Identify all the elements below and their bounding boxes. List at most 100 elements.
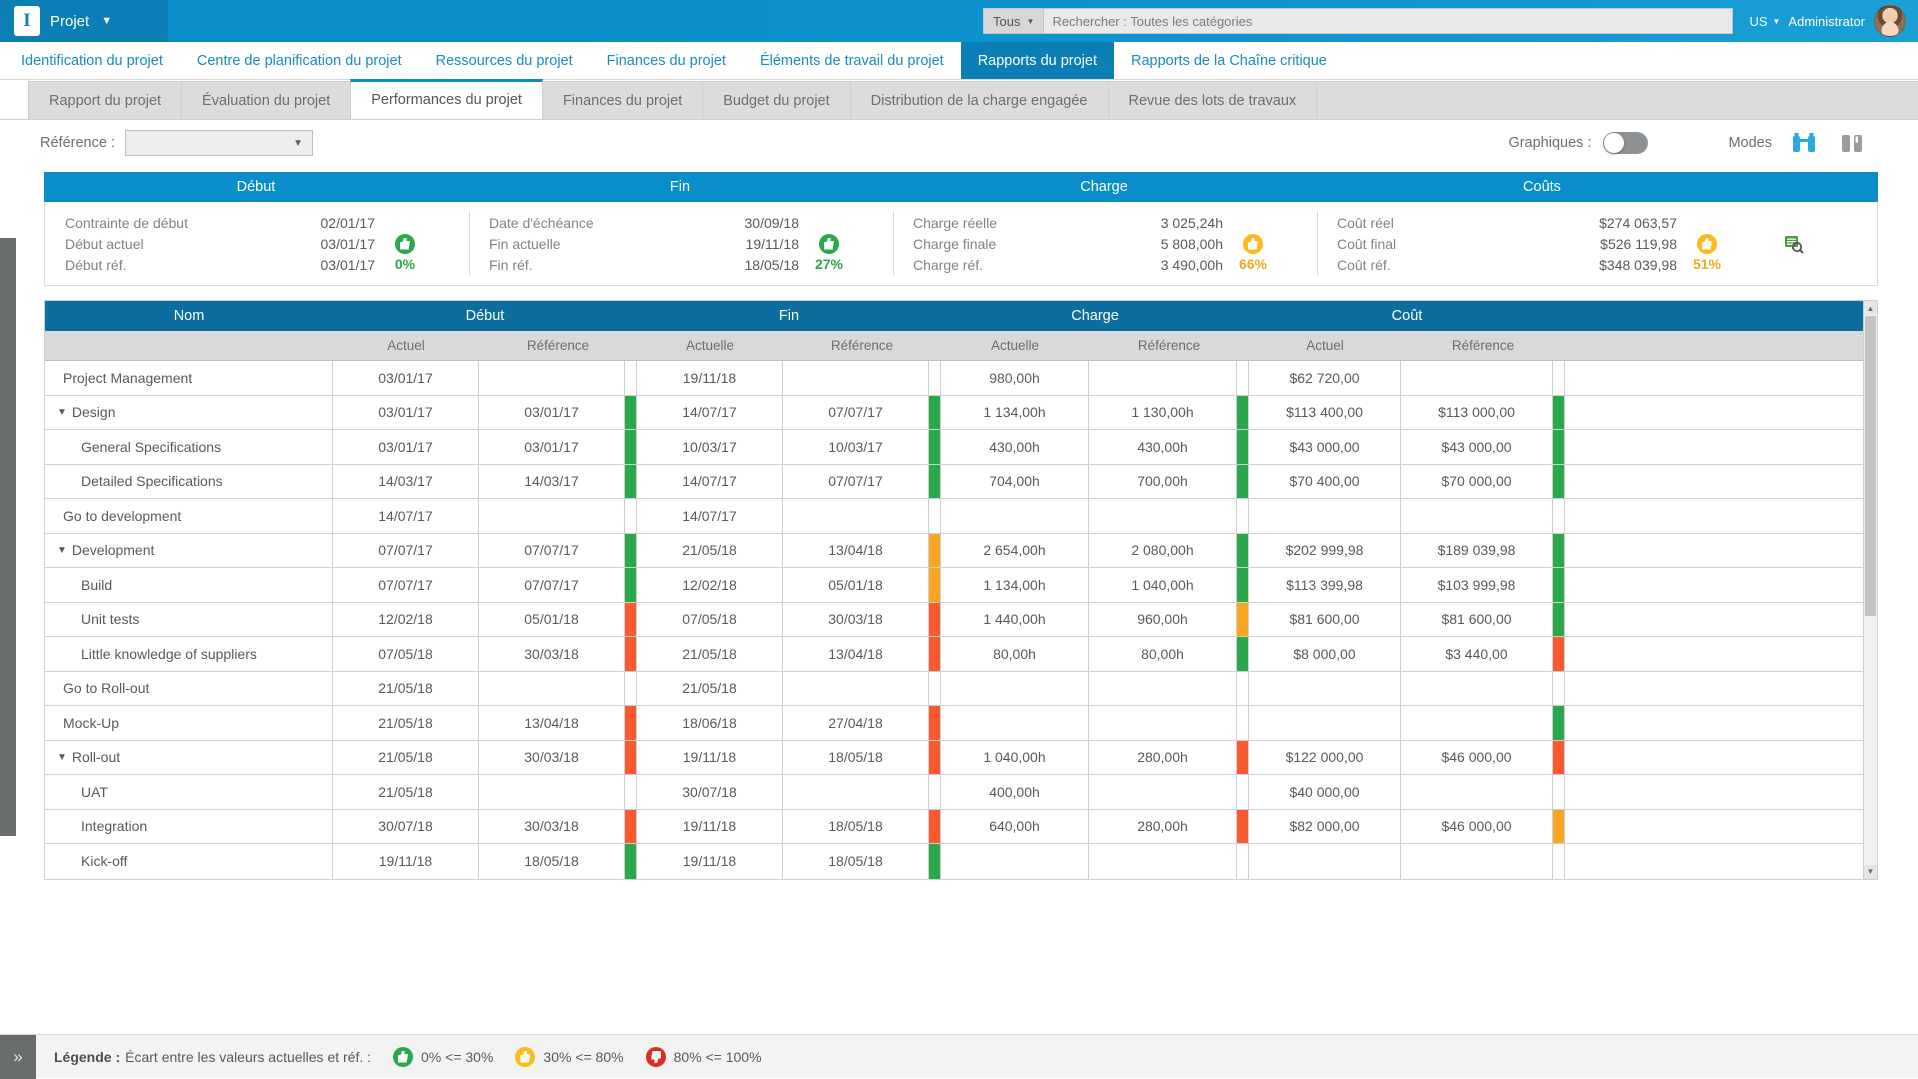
kpi-row-label: Charge finale bbox=[913, 236, 1088, 252]
status-bar-green bbox=[929, 844, 941, 879]
kpi-row-value: 03/01/17 bbox=[240, 257, 375, 273]
search-category-dropdown[interactable]: Tous ▼ bbox=[983, 8, 1043, 34]
sub-tab-3[interactable]: Finances du projet bbox=[542, 81, 703, 119]
reference-select[interactable]: ▼ bbox=[125, 130, 313, 156]
kpi-row: Fin actuelle19/11/18 bbox=[489, 233, 893, 254]
avatar[interactable] bbox=[1874, 5, 1906, 37]
status-bar-red bbox=[625, 810, 637, 844]
cost-actual-cell bbox=[1249, 706, 1401, 740]
table-row[interactable]: Go to development14/07/1714/07/17 bbox=[45, 499, 1877, 534]
legend-indicator-icon bbox=[515, 1047, 535, 1067]
scroll-down-arrow[interactable]: ▼ bbox=[1864, 865, 1877, 879]
sub-tab-0[interactable]: Rapport du projet bbox=[28, 81, 182, 119]
split-columns-mode-icon[interactable] bbox=[1840, 132, 1864, 154]
scroll-up-arrow[interactable]: ▲ bbox=[1864, 301, 1877, 315]
search-input[interactable] bbox=[1043, 8, 1733, 34]
sub-tab-2[interactable]: Performances du projet bbox=[350, 79, 543, 119]
nav-item-1[interactable]: Centre de planification du projet bbox=[180, 42, 419, 79]
cost-actual-cell: $82 000,00 bbox=[1249, 810, 1401, 844]
sub-tab-5[interactable]: Distribution de la charge engagée bbox=[850, 81, 1109, 119]
nav-item-3[interactable]: Finances du projet bbox=[590, 42, 743, 79]
locale-selector[interactable]: US ▼ bbox=[1741, 14, 1788, 29]
status-bar-none bbox=[1553, 672, 1565, 706]
table-vertical-scrollbar[interactable]: ▲ ▼ bbox=[1863, 301, 1877, 879]
table-row[interactable]: Project Management03/01/1719/11/18980,00… bbox=[45, 361, 1877, 396]
table-row[interactable]: Build07/07/1707/07/1712/02/1805/01/181 1… bbox=[45, 568, 1877, 603]
brand-projet-menu[interactable]: I Projet ▼ bbox=[0, 0, 168, 42]
kpi-row: Date d'échéance30/09/18 bbox=[489, 212, 893, 233]
row-name-label: Project Management bbox=[63, 370, 192, 386]
table-row[interactable]: Kick-off19/11/1818/05/1819/11/1818/05/18 bbox=[45, 844, 1877, 879]
brand-label: Projet bbox=[50, 13, 89, 30]
nav-item-5[interactable]: Rapports du projet bbox=[961, 42, 1114, 79]
legend-item-label: 80% <= 100% bbox=[674, 1049, 762, 1065]
status-indicator-icon bbox=[1697, 234, 1717, 254]
end-actual-cell: 12/02/18 bbox=[637, 568, 783, 602]
kpi-row-label: Charge réf. bbox=[913, 257, 1088, 273]
cost-actual-cell bbox=[1249, 844, 1401, 879]
cost-actual-cell: $113 400,00 bbox=[1249, 396, 1401, 430]
row-name-label: Mock-Up bbox=[63, 715, 119, 731]
kpi-header-3: Coûts bbox=[1316, 179, 1768, 195]
nav-item-0[interactable]: Identification du projet bbox=[4, 42, 180, 79]
kpi-row-indicator: 0% bbox=[375, 256, 435, 274]
status-bar-none bbox=[1237, 499, 1249, 533]
status-bar-orange bbox=[1553, 810, 1565, 844]
row-name-cell: Go to Roll-out bbox=[45, 672, 333, 706]
kpi-row-indicator: 27% bbox=[799, 256, 859, 274]
report-details-icon[interactable] bbox=[1769, 202, 1823, 285]
start-ref-cell: 13/04/18 bbox=[479, 706, 625, 740]
status-indicator-icon bbox=[395, 234, 415, 254]
load-actual-cell: 1 040,00h bbox=[941, 741, 1089, 775]
cost-ref-cell: $46 000,00 bbox=[1401, 741, 1553, 775]
nav-item-6[interactable]: Rapports de la Chaîne critique bbox=[1114, 42, 1344, 79]
sub-tab-4[interactable]: Budget du projet bbox=[702, 81, 850, 119]
caret-down-icon[interactable]: ▼ bbox=[57, 752, 67, 763]
table-row[interactable]: UAT21/05/1830/07/18400,00h$40 000,00 bbox=[45, 775, 1877, 810]
table-row[interactable]: ▼Development07/07/1707/07/1721/05/1813/0… bbox=[45, 534, 1877, 569]
caret-down-icon[interactable]: ▼ bbox=[57, 407, 67, 418]
global-search: Tous ▼ bbox=[983, 8, 1733, 34]
kpi-percent: 0% bbox=[395, 256, 415, 272]
start-actual-cell: 21/05/18 bbox=[333, 706, 479, 740]
row-name-cell: ▼Development bbox=[45, 534, 333, 568]
user-name[interactable]: Administrator bbox=[1788, 14, 1874, 29]
table-row[interactable]: General Specifications03/01/1703/01/1710… bbox=[45, 430, 1877, 465]
status-bar-green bbox=[625, 465, 637, 499]
kpi-group-3: Coût réel$274 063,57Coût final$526 119,9… bbox=[1317, 202, 1769, 285]
status-bar-green bbox=[625, 430, 637, 464]
load-actual-cell bbox=[941, 499, 1089, 533]
binoculars-mode-icon[interactable] bbox=[1792, 132, 1816, 154]
nav-item-2[interactable]: Ressources du projet bbox=[419, 42, 590, 79]
start-actual-cell: 14/07/17 bbox=[333, 499, 479, 533]
sub-tab-1[interactable]: Évaluation du projet bbox=[181, 81, 351, 119]
sub-tab-6[interactable]: Revue des lots de travaux bbox=[1108, 81, 1318, 119]
expand-sidebar-button[interactable]: » bbox=[0, 1035, 36, 1079]
kpi-row-label: Fin réf. bbox=[489, 257, 664, 273]
cost-actual-cell bbox=[1249, 672, 1401, 706]
chevron-down-icon: ▼ bbox=[101, 15, 112, 27]
graphiques-toggle[interactable] bbox=[1603, 132, 1648, 154]
table-row[interactable]: Unit tests12/02/1805/01/1807/05/1830/03/… bbox=[45, 603, 1877, 638]
table-sub-header-3: Actuelle bbox=[637, 331, 783, 360]
kpi-row-indicator bbox=[1677, 234, 1737, 254]
table-group-header-4: Coût bbox=[1249, 301, 1565, 331]
table-row[interactable]: Little knowledge of suppliers07/05/1830/… bbox=[45, 637, 1877, 672]
kpi-row-value: $274 063,57 bbox=[1527, 215, 1677, 231]
nav-item-4[interactable]: Éléments de travail du projet bbox=[743, 42, 961, 79]
row-name-cell: Mock-Up bbox=[45, 706, 333, 740]
table-row[interactable]: ▼Design03/01/1703/01/1714/07/1707/07/171… bbox=[45, 396, 1877, 431]
table-row[interactable]: Integration30/07/1830/03/1819/11/1818/05… bbox=[45, 810, 1877, 845]
table-sub-header-7: Actuel bbox=[1249, 331, 1401, 360]
start-ref-cell: 07/07/17 bbox=[479, 568, 625, 602]
scroll-thumb[interactable] bbox=[1865, 316, 1876, 616]
table-row[interactable]: Detailed Specifications14/03/1714/03/171… bbox=[45, 465, 1877, 500]
table-row[interactable]: ▼Roll-out21/05/1830/03/1819/11/1818/05/1… bbox=[45, 741, 1877, 776]
caret-down-icon[interactable]: ▼ bbox=[57, 545, 67, 556]
load-actual-cell bbox=[941, 844, 1089, 879]
kpi-row: Coût final$526 119,98 bbox=[1337, 233, 1769, 254]
status-bar-green bbox=[1553, 534, 1565, 568]
table-row[interactable]: Go to Roll-out21/05/1821/05/18 bbox=[45, 672, 1877, 707]
status-bar-green bbox=[929, 430, 941, 464]
table-row[interactable]: Mock-Up21/05/1813/04/1818/06/1827/04/18 bbox=[45, 706, 1877, 741]
